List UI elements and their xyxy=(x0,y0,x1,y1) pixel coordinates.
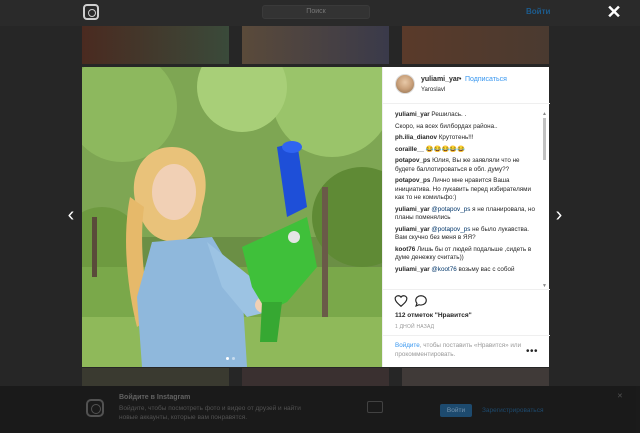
comment-item: yuliami_yar @potapov_ps я не планировала… xyxy=(395,206,540,223)
scroll-thumb[interactable] xyxy=(543,118,546,160)
close-modal-button[interactable]: ✕ xyxy=(604,2,624,22)
carousel-dot-active xyxy=(226,357,229,360)
follow-button[interactable]: Подписаться xyxy=(465,76,507,83)
instagram-logo-icon[interactable] xyxy=(83,4,99,20)
banner-signup-link[interactable]: Зарегистрироваться xyxy=(482,407,543,414)
comment-username[interactable]: koot76 xyxy=(395,246,415,253)
instagram-logo-icon xyxy=(86,399,104,417)
heart-icon[interactable] xyxy=(394,294,408,308)
avatar[interactable] xyxy=(395,74,415,94)
post-side-panel: yuliami_yar • Подписаться Yaroslavl yuli… xyxy=(382,67,550,367)
post-location[interactable]: Yaroslavl xyxy=(421,87,445,93)
comment-item: yuliami_yar Решилась. . xyxy=(395,111,540,120)
post-actions: 112 отметок "Нравится" 1 ДНОЙ НАЗАД xyxy=(383,289,550,330)
comments-scrollbar[interactable]: ▲ ▼ xyxy=(542,112,547,290)
comment-username[interactable]: yuliami_yar xyxy=(395,206,430,213)
banner-description: Войдите, чтобы посмотреть фото и видео о… xyxy=(119,405,301,421)
login-to-interact-prompt: Войдите, чтобы поставить «Нравится» или … xyxy=(383,335,550,367)
carousel-indicator xyxy=(222,357,242,361)
app-store-icon[interactable] xyxy=(367,401,383,413)
post-header: yuliami_yar • Подписаться Yaroslavl xyxy=(383,67,550,104)
carousel-dot xyxy=(232,357,235,360)
grid-thumbnail[interactable] xyxy=(402,368,549,386)
more-options-icon[interactable]: ••• xyxy=(526,346,538,357)
comments-list: yuliami_yar Решилась. . Скоро, на всех б… xyxy=(395,111,540,289)
comment-username[interactable]: potapov_ps xyxy=(395,177,430,184)
comment-item: potapov_ps Лично мне нравится Ваша иници… xyxy=(395,177,540,203)
banner-title: Войдите в Instagram xyxy=(119,394,191,401)
header-login-link[interactable]: Войти xyxy=(526,7,550,16)
comment-text: возьму вас с собой xyxy=(458,265,515,273)
comment-item: koot76 Лишь бы от людей подальше ,сидеть… xyxy=(395,246,540,263)
comment-item: Скоро, на всех билбордах района.. xyxy=(395,123,540,132)
grid-thumbnail[interactable] xyxy=(402,26,549,64)
comment-username[interactable]: yuliami_yar xyxy=(395,111,430,118)
comment-item: yuliami_yar @potapov_ps не было лукавств… xyxy=(395,226,540,243)
post-author-username[interactable]: yuliami_yar xyxy=(421,76,460,83)
comment-username[interactable]: coraille__ xyxy=(395,146,424,153)
comment-bubble-icon[interactable] xyxy=(414,294,428,308)
top-navbar: Поиск Войти xyxy=(0,0,640,26)
separator-dot: • xyxy=(459,76,462,83)
comment-username[interactable]: ph.ilia_dianov xyxy=(395,134,437,141)
comment-text: Лишь бы от людей подальше ,сидеть в думе… xyxy=(395,245,532,262)
comment-item: ph.ilia_dianov Крутотень!!! xyxy=(395,134,540,143)
like-count[interactable]: 112 отметок "Нравится" xyxy=(395,312,472,319)
banner-login-button[interactable]: Войти xyxy=(440,404,472,417)
post-modal: yuliami_yar • Подписаться Yaroslavl yuli… xyxy=(82,67,550,367)
post-photo-illustration xyxy=(82,67,382,367)
post-timestamp[interactable]: 1 ДНОЙ НАЗАД xyxy=(395,324,434,330)
comment-mention-link[interactable]: @koot76 xyxy=(431,266,456,273)
banner-close-icon[interactable]: ✕ xyxy=(617,392,623,400)
comment-text: 😂😂😂😂😂 xyxy=(425,145,466,153)
comment-text: Решилась. . xyxy=(431,111,467,118)
comment-item: potapov_ps Юлия, Вы же заявляли что не б… xyxy=(395,157,540,174)
comment-item: coraille__ 😂😂😂😂😂 xyxy=(395,146,540,155)
grid-thumbnail[interactable] xyxy=(82,26,229,64)
previous-post-arrow-icon[interactable]: ‹ xyxy=(65,205,77,225)
comment-username[interactable]: yuliami_yar xyxy=(395,266,430,273)
post-photo[interactable] xyxy=(82,67,382,367)
grid-thumbnail[interactable] xyxy=(82,368,229,386)
comment-mention-link[interactable]: @potapov_ps xyxy=(431,226,470,233)
comment-username[interactable]: yuliami_yar xyxy=(395,226,430,233)
scroll-up-arrow-icon[interactable]: ▲ xyxy=(542,112,547,117)
comment-item: yuliami_yar @koot76 возьму вас с собой xyxy=(395,266,540,275)
next-post-arrow-icon[interactable]: › xyxy=(553,205,565,225)
comment-text: Скоро, на всех билбордах района.. xyxy=(395,122,498,130)
search-input[interactable]: Поиск xyxy=(262,5,370,19)
grid-thumbnail[interactable] xyxy=(242,26,389,64)
comment-mention-link[interactable]: @potapov_ps xyxy=(431,206,470,213)
signin-banner: Войдите в Instagram Войдите, чтобы посмо… xyxy=(0,386,640,433)
login-link[interactable]: Войдите xyxy=(395,342,420,349)
comment-text: Крутотень!!! xyxy=(438,134,474,141)
comment-username[interactable]: potapov_ps xyxy=(395,157,430,164)
login-prompt-text: Войдите, чтобы поставить «Нравится» или … xyxy=(395,342,523,359)
grid-thumbnail[interactable] xyxy=(242,368,389,386)
